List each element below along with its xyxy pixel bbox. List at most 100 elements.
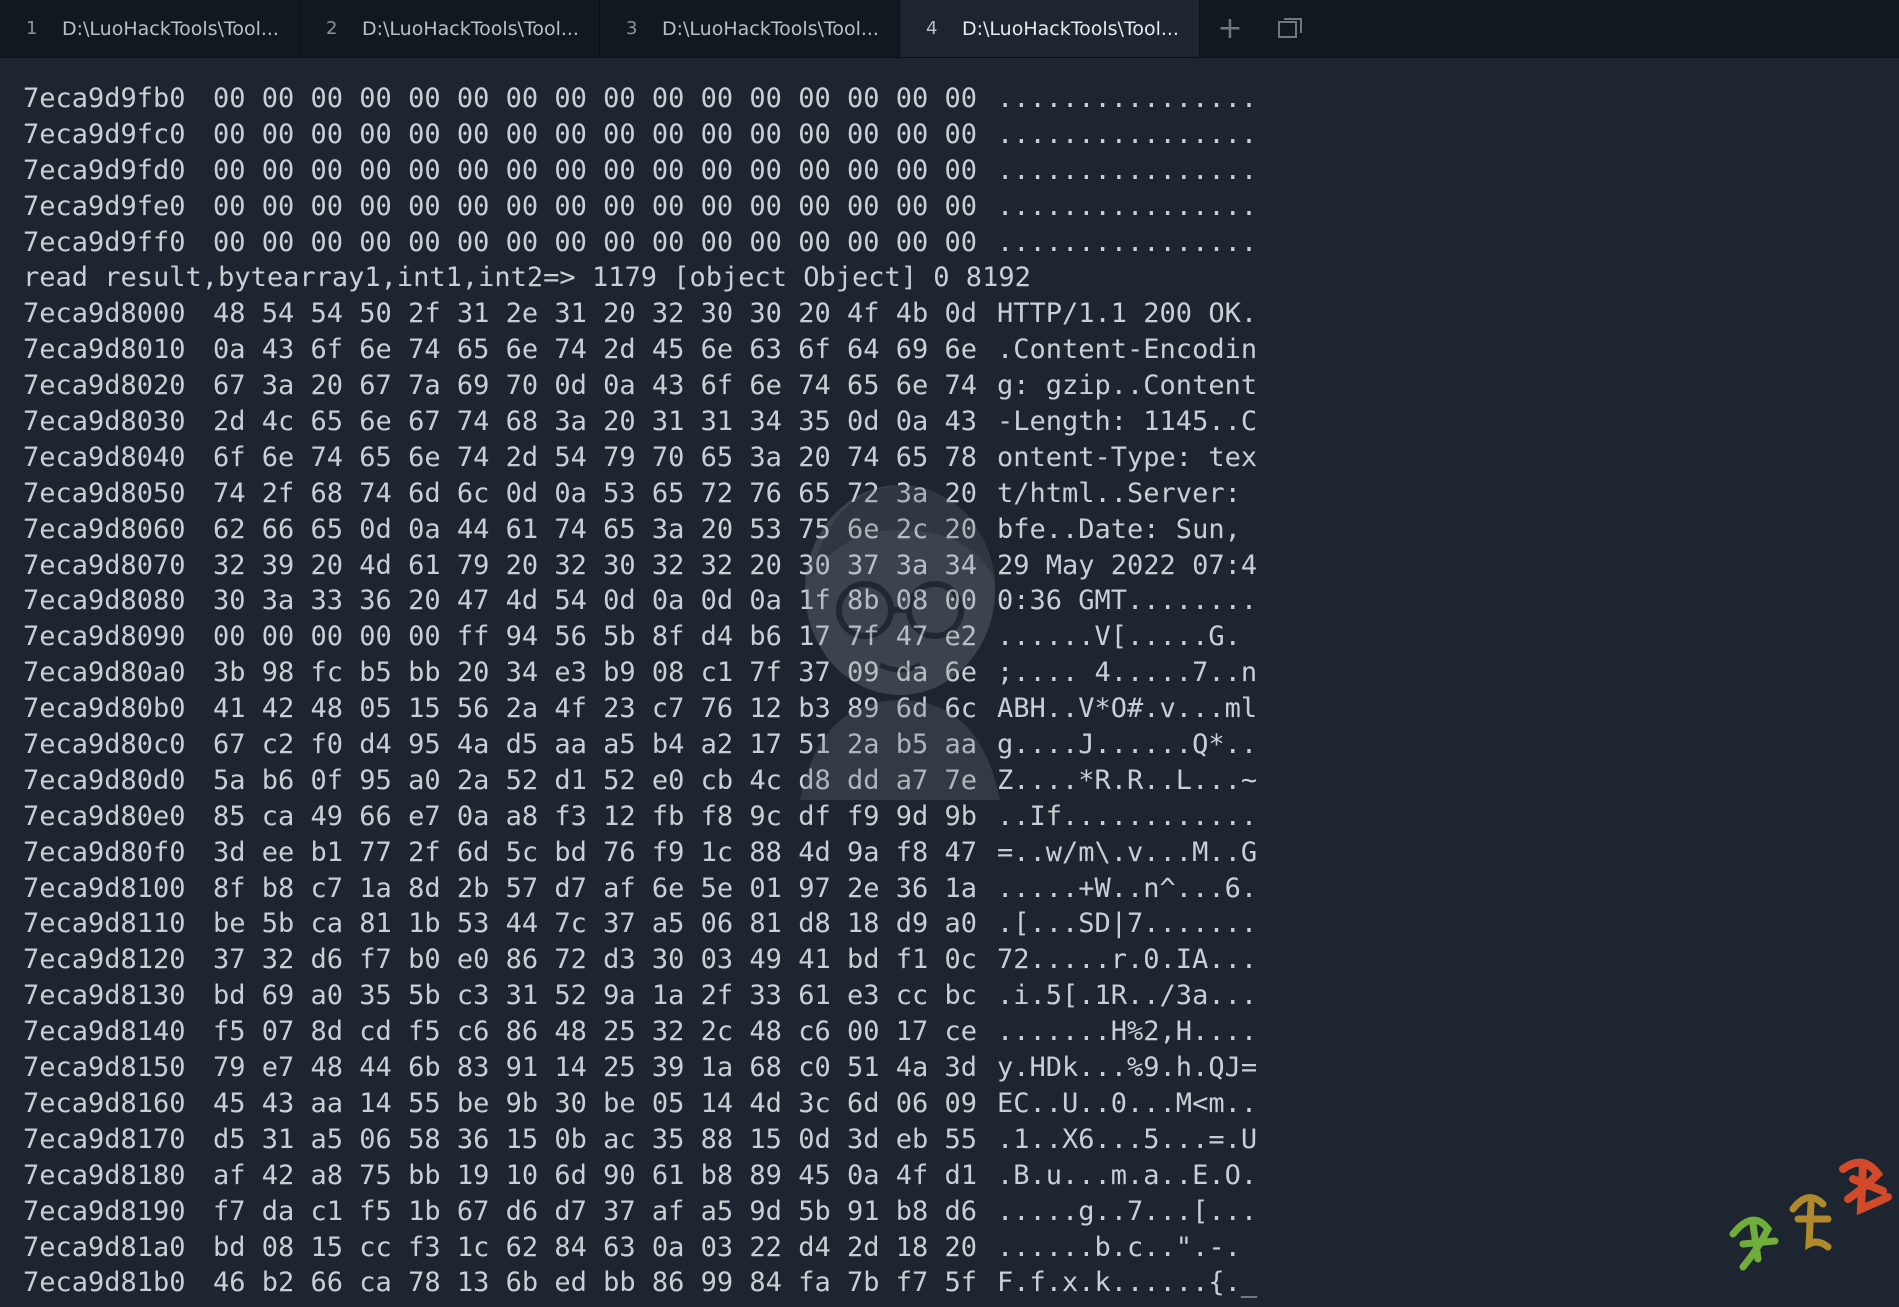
hex-ascii: t/html..Server: [997,477,1258,509]
hex-address: 7eca9d81b0 [23,1267,186,1299]
hex-address: 7eca9d81a0 [23,1231,186,1263]
hex-bytes: 48 54 54 50 2f 31 2e 31 20 32 30 30 20 4… [213,298,978,330]
hex-ascii: HTTP/1.1 200 OK. [997,298,1258,330]
hex-bytes: 45 43 aa 14 55 be 9b 30 be 05 14 4d 3c 6… [213,1087,978,1119]
hexdump-row: 7eca9d8170 d5 31 a5 06 58 36 15 0b ac 35 … [23,1122,1899,1158]
plus-icon: + [1217,11,1243,46]
hex-address: 7eca9d8070 [23,549,186,581]
log-line: read result,bytearray1,int1,int2=> 1179 … [23,260,1899,296]
hex-address: 7eca9d9fd0 [23,154,186,186]
hex-address: 7eca9d9ff0 [23,226,186,258]
hex-ascii: ontent-Type: tex [997,441,1258,473]
hexdump-row: 7eca9d8180 af 42 a8 75 bb 19 10 6d 90 61 … [23,1158,1899,1194]
hex-ascii: .B.u...m.a..E.O. [997,1159,1258,1191]
tab-2[interactable]: 2 D:\LuoHackTools\Tool... [300,0,600,57]
hex-bytes: 0a 43 6f 6e 74 65 6e 74 2d 45 6e 63 6f 6… [213,334,978,366]
hex-address: 7eca9d8000 [23,298,186,330]
hex-ascii: ......V[.....G. [997,621,1241,653]
hex-address: 7eca9d9fc0 [23,118,186,150]
tab-bar: 1 D:\LuoHackTools\Tool... 2 D:\LuoHackTo… [0,0,1899,58]
hexdump-row: 7eca9d8130 bd 69 a0 35 5b c3 31 52 9a 1a … [23,978,1899,1014]
hex-bytes: d5 31 a5 06 58 36 15 0b ac 35 88 15 0d 3… [213,1123,978,1155]
hex-address: 7eca9d8040 [23,441,186,473]
hexdump-row: 7eca9d80f0 3d ee b1 77 2f 6d 5c bd 76 f9 … [23,835,1899,871]
hex-address: 7eca9d8160 [23,1087,186,1119]
hex-ascii: .[...SD|7....... [997,908,1258,940]
hex-ascii: =..w/m\.v...M..G [997,836,1258,868]
hex-address: 7eca9d9fb0 [23,83,186,114]
hex-bytes: f7 da c1 f5 1b 67 d6 d7 37 af a5 9d 5b 9… [213,1195,978,1227]
hex-bytes: be 5b ca 81 1b 53 44 7c 37 a5 06 81 d8 1… [213,908,978,940]
tab-number: 2 [326,18,338,39]
tab-number: 1 [26,18,38,39]
hex-address: 7eca9d8090 [23,621,186,653]
hex-address: 7eca9d8060 [23,513,186,545]
tab-label: D:\LuoHackTools\Tool... [362,17,579,40]
hex-ascii: y.HDk...%9.h.QJ= [997,1052,1258,1084]
hex-bytes: bd 08 15 cc f3 1c 62 84 63 0a 03 22 d4 2… [213,1231,978,1263]
hex-address: 7eca9d8100 [23,872,186,904]
hex-address: 7eca9d8050 [23,477,186,509]
hex-bytes: 79 e7 48 44 6b 83 91 14 25 39 1a 68 c0 5… [213,1052,978,1084]
hexdump-row: 7eca9d8020 67 3a 20 67 7a 69 70 0d 0a 43 … [23,368,1899,404]
window-restore-icon [1278,17,1302,38]
hex-bytes: 37 32 d6 f7 b0 e0 86 72 d3 30 03 49 41 b… [213,944,978,976]
hex-ascii: ................ [997,226,1258,258]
hex-bytes: bd 69 a0 35 5b c3 31 52 9a 1a 2f 33 61 e… [213,980,978,1012]
tab-label: D:\LuoHackTools\Tool... [962,17,1179,40]
hex-ascii: .i.5[.1R../3a... [997,980,1258,1012]
hex-ascii: ................ [997,190,1258,222]
tab-3[interactable]: 3 D:\LuoHackTools\Tool... [600,0,900,57]
hex-ascii: EC..U..0...M<m.. [997,1087,1258,1119]
hex-ascii: ;.... 4.....7..n [997,657,1258,689]
hexdump-row: 7eca9d9fe0 00 00 00 00 00 00 00 00 00 00 … [23,189,1899,225]
hex-address: 7eca9d8080 [23,585,186,617]
hexdump-row: 7eca9d8000 48 54 54 50 2f 31 2e 31 20 32 … [23,296,1899,332]
hex-ascii: .....g..7...[... [997,1195,1258,1227]
hex-ascii: .1..X6...5...=.U [997,1123,1258,1155]
hex-ascii: .....+W..n^...6. [997,872,1258,904]
window-restore-button[interactable] [1260,0,1320,57]
new-tab-button[interactable]: + [1200,0,1260,57]
hex-bytes: af 42 a8 75 bb 19 10 6d 90 61 b8 89 45 0… [213,1159,978,1191]
tab-4[interactable]: 4 D:\LuoHackTools\Tool... [900,0,1200,57]
hexdump-row: 7eca9d8100 8f b8 c7 1a 8d 2b 57 d7 af 6e … [23,871,1899,907]
hex-address: 7eca9d8140 [23,1016,186,1048]
hex-ascii: .Content-Encodin [997,334,1258,366]
hexdump-row: 7eca9d8190 f7 da c1 f5 1b 67 d6 d7 37 af … [23,1194,1899,1230]
hex-address: 7eca9d80e0 [23,800,186,832]
hex-ascii: Z....*R.R..L...~ [997,764,1258,796]
hexdump-row: 7eca9d8030 2d 4c 65 6e 67 74 68 3a 20 31 … [23,404,1899,440]
hex-address: 7eca9d80c0 [23,729,186,761]
hex-bytes: 00 00 00 00 00 00 00 00 00 00 00 00 00 0… [213,154,978,186]
hex-bytes: 00 00 00 00 00 00 00 00 00 00 00 00 00 0… [213,83,978,114]
hex-address: 7eca9d8170 [23,1123,186,1155]
hexdump-row: 7eca9d8120 37 32 d6 f7 b0 e0 86 72 d3 30 … [23,942,1899,978]
hex-ascii: g: gzip..Content [997,370,1258,402]
hex-ascii: .......H%2,H.... [997,1016,1258,1048]
hex-address: 7eca9d80b0 [23,693,186,725]
hex-bytes: 67 3a 20 67 7a 69 70 0d 0a 43 6f 6e 74 6… [213,370,978,402]
tab-label: D:\LuoHackTools\Tool... [662,17,879,40]
hex-ascii: bfe..Date: Sun, [997,513,1258,545]
hex-bytes: 00 00 00 00 00 00 00 00 00 00 00 00 00 0… [213,226,978,258]
hexdump-row: 7eca9d81b0 46 b2 66 ca 78 13 6b ed bb 86 … [23,1265,1899,1301]
hexdump-row: 7eca9d9fd0 00 00 00 00 00 00 00 00 00 00 … [23,153,1899,189]
hex-bytes: 8f b8 c7 1a 8d 2b 57 d7 af 6e 5e 01 97 2… [213,872,978,904]
hex-ascii: ABH..V*O#.v...ml [997,693,1258,725]
tab-1[interactable]: 1 D:\LuoHackTools\Tool... [0,0,300,57]
hex-bytes: 3d ee b1 77 2f 6d 5c bd 76 f9 1c 88 4d 9… [213,836,978,868]
tab-number: 3 [626,18,638,39]
calligraphy-stamp-icon [1729,1158,1892,1271]
hex-ascii: ......b.c..".-. [997,1231,1258,1263]
log-text: read result,bytearray1,int1,int2=> 1179 … [23,262,1031,294]
hex-ascii: ................ [997,83,1258,114]
hex-ascii: ................ [997,154,1258,186]
hex-address: 7eca9d80a0 [23,657,186,689]
hex-address: 7eca9d9fe0 [23,190,186,222]
tab-label: D:\LuoHackTools\Tool... [62,17,279,40]
hex-address: 7eca9d8150 [23,1052,186,1084]
hex-ascii: 0:36 GMT........ [997,585,1258,617]
hex-ascii: F.f.x.k......{._ [997,1267,1258,1299]
hexdump-row: 7eca9d8110 be 5b ca 81 1b 53 44 7c 37 a5 … [23,906,1899,942]
